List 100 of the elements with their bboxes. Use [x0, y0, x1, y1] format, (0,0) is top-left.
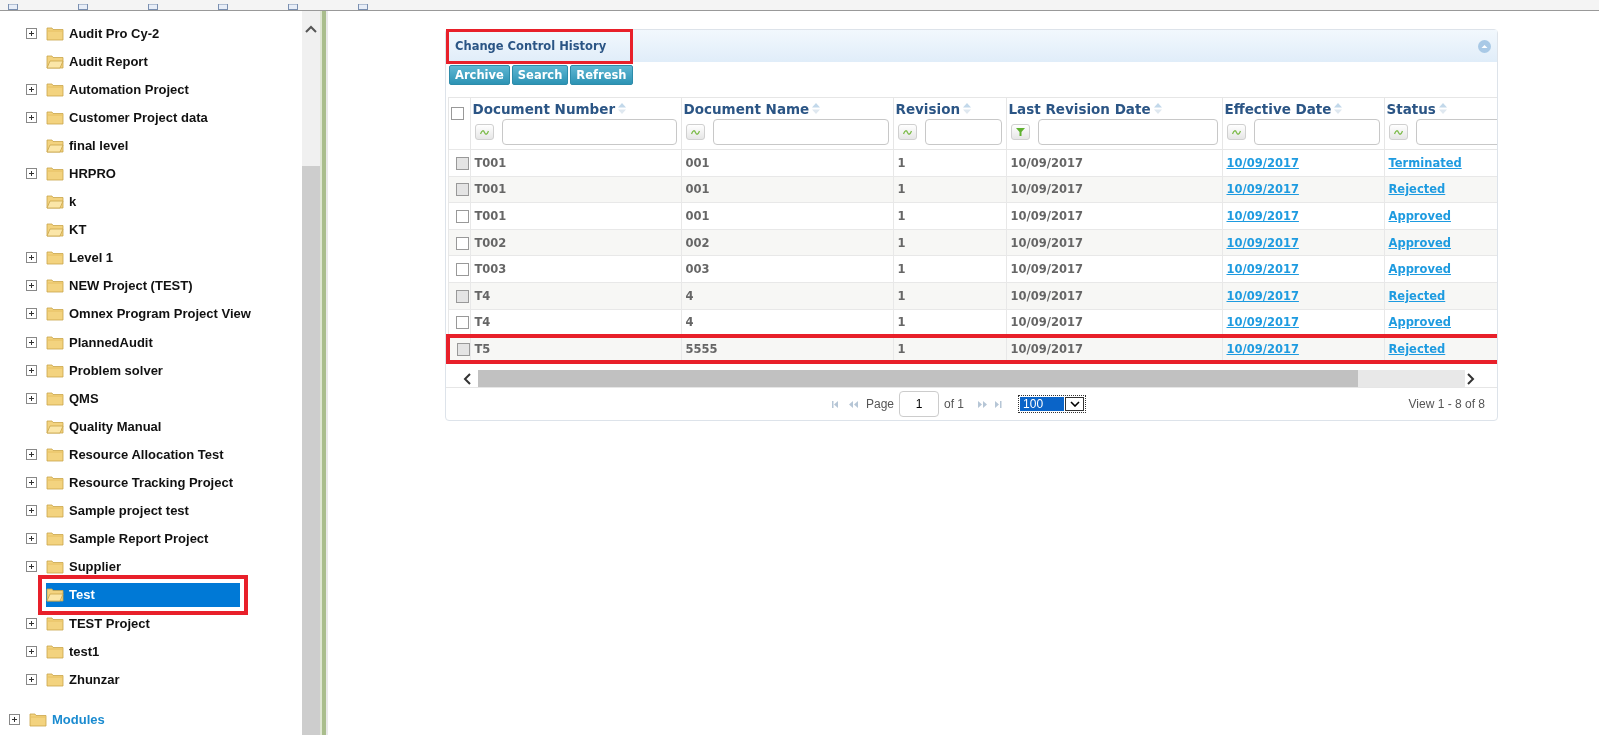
table-cell: 10/09/2017	[1010, 155, 1083, 170]
tree-item[interactable]: Omnex Program Project View	[46, 302, 259, 326]
tree-item[interactable]: Resource Tracking Project	[46, 470, 241, 495]
tree-item[interactable]: Problem solver	[46, 358, 171, 383]
toolbar-icon[interactable]	[8, 4, 18, 10]
filter-field[interactable]	[1415, 119, 1497, 145]
table-cell: 1	[897, 314, 906, 329]
select-all-checkbox[interactable]	[450, 106, 464, 120]
expand-icon[interactable]	[26, 308, 37, 320]
row-checkbox[interactable]	[455, 315, 469, 329]
tree-item[interactable]: Automation Project	[46, 77, 197, 102]
previous-page-icon[interactable]	[849, 400, 858, 408]
filter-field[interactable]	[712, 119, 889, 145]
tree-item[interactable]: Zhunzar	[46, 667, 128, 692]
expand-icon[interactable]	[26, 505, 37, 517]
table-cell: 10/09/2017	[1010, 209, 1083, 223]
table-cell: 10/09/2017	[1010, 288, 1083, 303]
table-cell: 1	[897, 341, 906, 356]
filter-field[interactable]	[501, 119, 677, 145]
tree-item[interactable]: Customer Project data	[46, 105, 216, 130]
sort-icon[interactable]	[1334, 103, 1343, 114]
sort-icon[interactable]	[1438, 103, 1447, 114]
table-row[interactable]: T001 001 1 10/09/2017 10/09/2017 Approved	[448, 202, 1497, 230]
filter-field[interactable]	[1253, 119, 1380, 145]
expand-icon[interactable]	[26, 673, 37, 685]
filter-field[interactable]	[1037, 119, 1218, 145]
sort-icon[interactable]	[963, 103, 972, 114]
tree-item[interactable]: PlannedAudit	[46, 330, 161, 355]
expand-icon[interactable]	[26, 617, 37, 629]
toolbar-icon[interactable]	[218, 4, 228, 10]
expand-icon[interactable]	[26, 477, 37, 489]
open-folder-icon	[46, 418, 64, 434]
tree-item[interactable]: TEST Project	[46, 611, 158, 635]
expand-icon[interactable]	[26, 533, 37, 545]
tree-item[interactable]: Level 1	[46, 245, 122, 270]
toolbar-icon[interactable]	[288, 4, 298, 10]
filter-option-button[interactable]	[897, 124, 917, 140]
chevron-up-icon[interactable]	[305, 25, 317, 33]
filter-option-button[interactable]	[1010, 124, 1030, 140]
expand-icon[interactable]	[26, 364, 37, 376]
tilde-icon	[1231, 129, 1241, 135]
table-cell: T4	[474, 314, 491, 329]
filter-field[interactable]	[924, 119, 1002, 145]
filter-option-button[interactable]	[1388, 124, 1408, 140]
filter-option-button[interactable]	[1226, 124, 1246, 140]
table-cell: T002	[474, 235, 507, 250]
tree-item[interactable]: Test	[46, 582, 240, 607]
filter-option-button[interactable]	[474, 124, 494, 140]
page-size-select[interactable]: 100	[1018, 395, 1087, 414]
toolbar-icon[interactable]	[78, 4, 88, 10]
expand-icon[interactable]	[26, 168, 37, 179]
tree-item[interactable]: Audit Report	[46, 49, 156, 74]
expand-icon[interactable]	[26, 27, 37, 39]
expand-icon[interactable]	[26, 645, 37, 657]
expand-icon[interactable]	[26, 83, 37, 95]
tree-item-label[interactable]: Modules	[50, 708, 109, 730]
caret-down-icon	[1069, 401, 1080, 408]
expand-icon[interactable]	[26, 392, 37, 404]
tree-item[interactable]: KT	[46, 217, 95, 242]
expand-icon[interactable]	[26, 111, 37, 123]
first-page-icon[interactable]	[832, 400, 841, 408]
toolbar-icon[interactable]	[148, 4, 158, 10]
sort-icon[interactable]	[618, 103, 627, 114]
expand-icon[interactable]	[26, 252, 37, 264]
expand-icon[interactable]	[26, 561, 37, 573]
tree-item[interactable]: Quality Manual	[46, 414, 170, 439]
table-row[interactable]: T4 4 1 10/09/2017 10/09/2017 Approved	[448, 309, 1497, 336]
filter-option-button[interactable]	[685, 124, 705, 140]
tree-item[interactable]: QMS	[46, 386, 107, 411]
tree-item[interactable]: test1	[46, 639, 108, 664]
tree-item[interactable]: Sample Report Project	[46, 526, 217, 551]
sort-icon[interactable]	[812, 103, 821, 114]
table-cell: T001	[474, 182, 507, 197]
row-checkbox[interactable]	[455, 236, 469, 250]
collapse-icon[interactable]	[1478, 39, 1491, 53]
tree-item[interactable]: NEW Project (TEST)	[46, 273, 201, 298]
tree-item[interactable]: HRPRO	[46, 161, 124, 186]
page-field[interactable]: 1	[899, 391, 940, 418]
tree-item[interactable]: Sample project test	[46, 498, 197, 523]
tree-item[interactable]: k	[46, 189, 85, 214]
table-cell: 1	[897, 288, 906, 303]
expand-icon[interactable]	[9, 713, 20, 725]
next-page-icon[interactable]	[978, 400, 988, 408]
expand-icon[interactable]	[26, 448, 37, 460]
table-cell: 10/09/2017	[1010, 182, 1083, 197]
toolbar-icon[interactable]	[358, 4, 368, 10]
table-cell: 10/09/2017	[1010, 314, 1083, 329]
table-row[interactable]: T002 002 1 10/09/2017 10/09/2017 Approved	[448, 229, 1497, 256]
expand-icon[interactable]	[26, 336, 37, 348]
table-row[interactable]: T003 003 1 10/09/2017 10/09/2017 Approved	[448, 255, 1497, 283]
sort-icon[interactable]	[1153, 103, 1162, 114]
tree-item[interactable]: Resource Allocation Test	[46, 442, 232, 467]
tree-item[interactable]: Supplier	[46, 554, 129, 579]
row-checkbox[interactable]	[455, 210, 469, 223]
tree-item[interactable]: final level	[46, 133, 137, 158]
open-folder-icon	[46, 587, 64, 603]
row-checkbox[interactable]	[455, 263, 469, 277]
last-page-icon[interactable]	[995, 400, 1005, 408]
expand-icon[interactable]	[26, 280, 37, 292]
tree-item[interactable]: Audit Pro Cy-2	[46, 21, 168, 46]
